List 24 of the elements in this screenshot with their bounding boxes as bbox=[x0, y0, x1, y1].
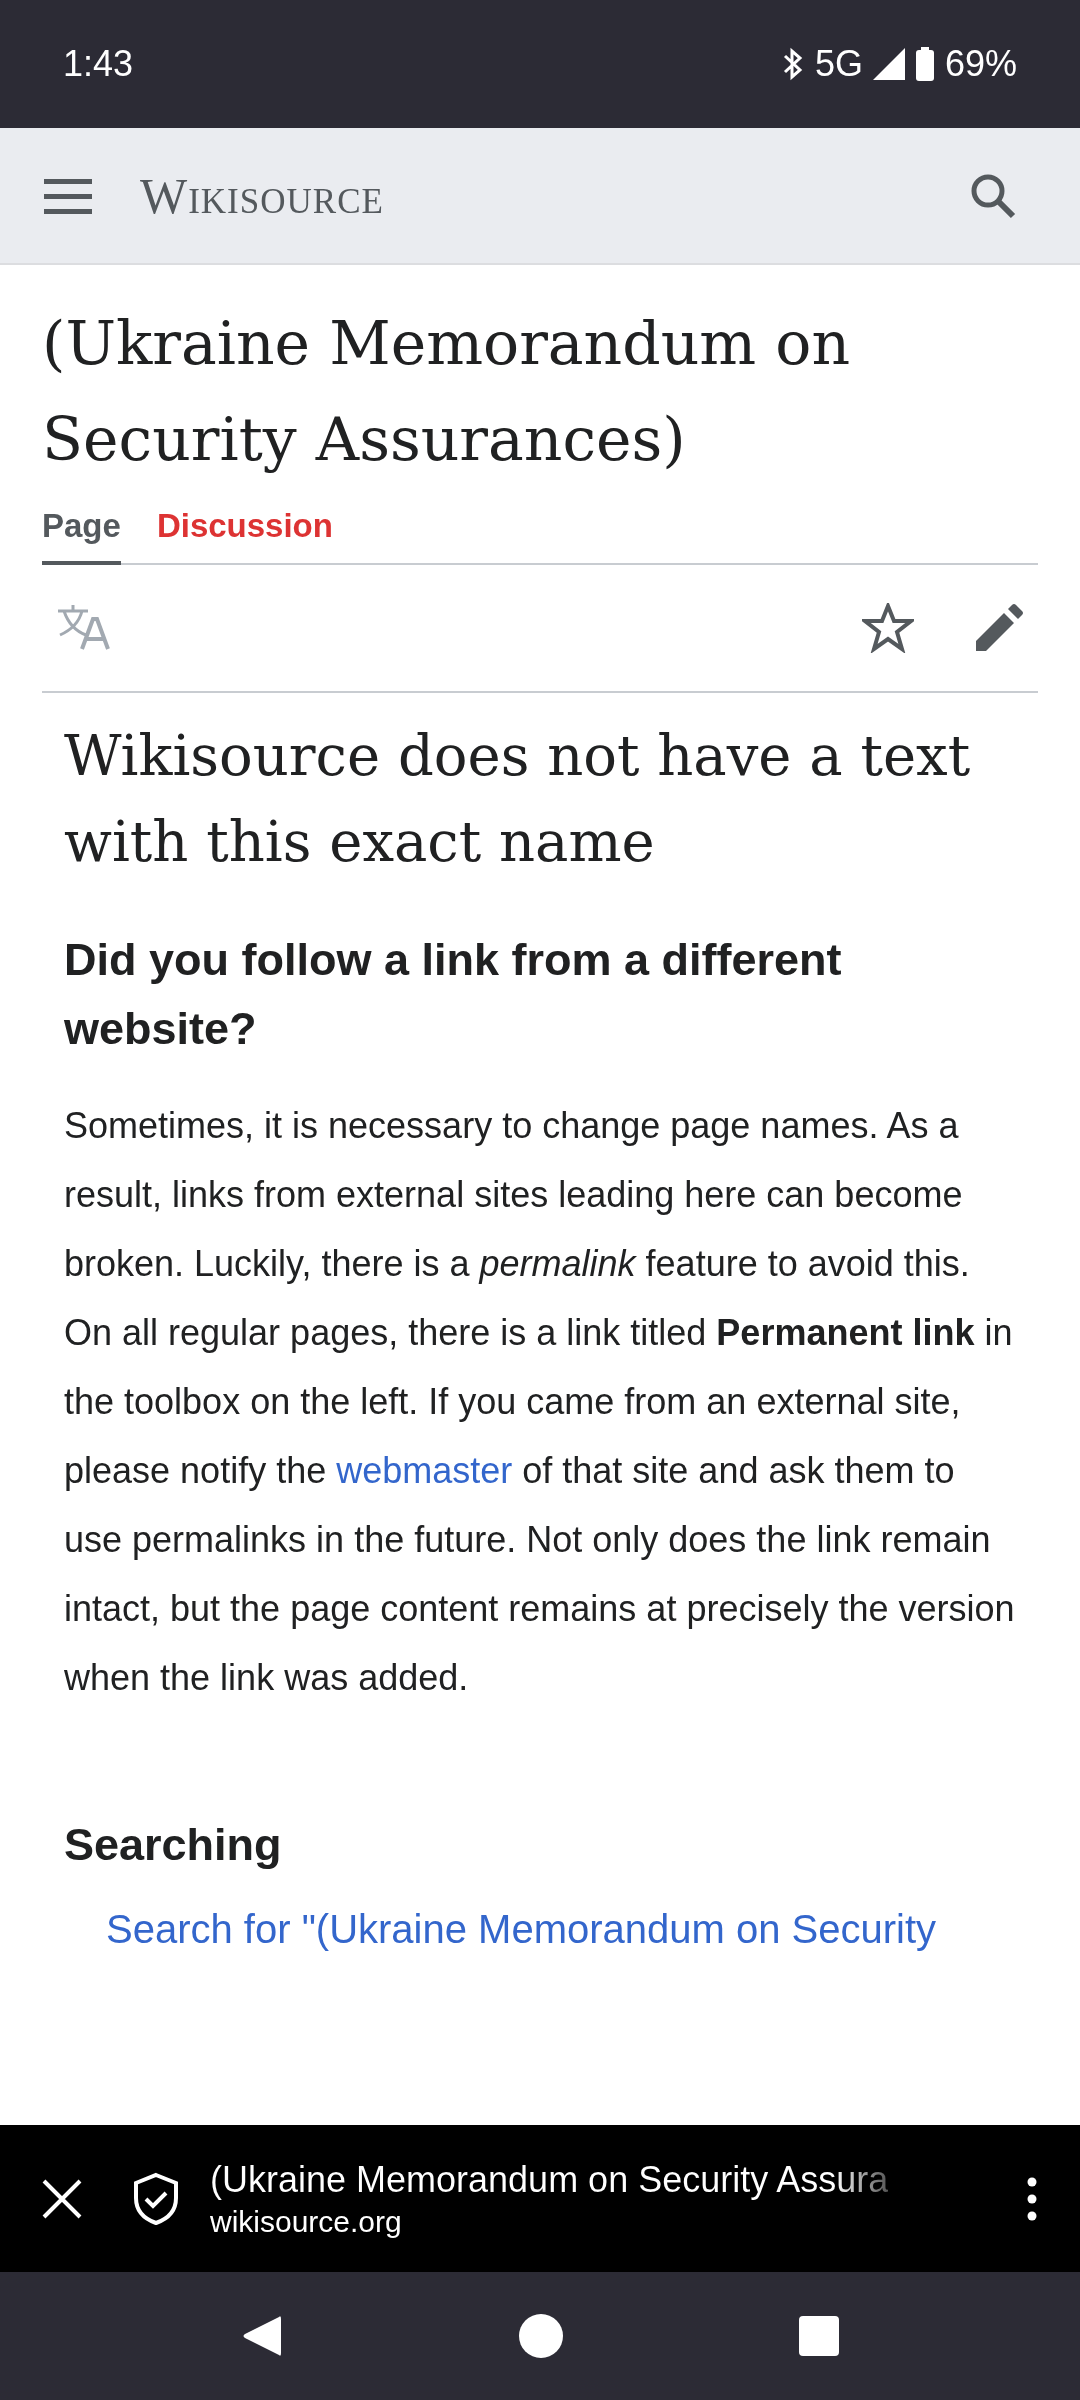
webmaster-link[interactable]: webmaster bbox=[336, 1450, 513, 1491]
close-icon[interactable] bbox=[42, 2178, 82, 2219]
section-heading: Did you follow a link from a different website? bbox=[64, 933, 843, 1056]
clock: 1:43 bbox=[63, 43, 134, 85]
search-link[interactable]: Search for "(Ukraine Memorandum on Security bbox=[106, 1907, 1016, 1952]
network-label: 5G bbox=[814, 43, 863, 85]
shield-check-icon[interactable] bbox=[132, 2171, 180, 2226]
battery-percentage: 69% bbox=[944, 43, 1017, 85]
page-tab[interactable]: Page bbox=[42, 507, 121, 565]
home-icon[interactable] bbox=[519, 2314, 563, 2358]
search-icon[interactable] bbox=[970, 172, 1016, 219]
domain-label: wikisource.org bbox=[210, 2204, 402, 2239]
site-logo[interactable]: Wikisource bbox=[140, 166, 384, 225]
more-options-icon[interactable] bbox=[1026, 2176, 1038, 2221]
notice-heading: Wikisource does not have a text with this exact name bbox=[64, 722, 972, 876]
page-title: (Ukraine Memorandum on Security Assurances) bbox=[42, 307, 852, 476]
battery-icon bbox=[914, 47, 935, 81]
menu-icon[interactable] bbox=[44, 176, 92, 215]
star-icon[interactable] bbox=[862, 603, 914, 653]
explanation-paragraph: Sometimes, it is necessary to change page names. As a result, links from external sites leading here can become broken. Luckily, there is a permalink feature to avoid this. On all regular pages, there is a link titled Permanent link in the toolbox on the left. If you came from an external site, please notify the webmaster of that site and ask them to use permalinks in the future. Not only does the link remain intact, but the page content remains at precisely the version when the link was added. bbox=[64, 1104, 1016, 1700]
page-tab[interactable]: Discussion bbox=[156, 507, 333, 565]
edit-pencil-icon[interactable] bbox=[974, 603, 1024, 653]
signal-icon bbox=[872, 48, 905, 80]
section-heading: Searching bbox=[64, 1818, 283, 1872]
